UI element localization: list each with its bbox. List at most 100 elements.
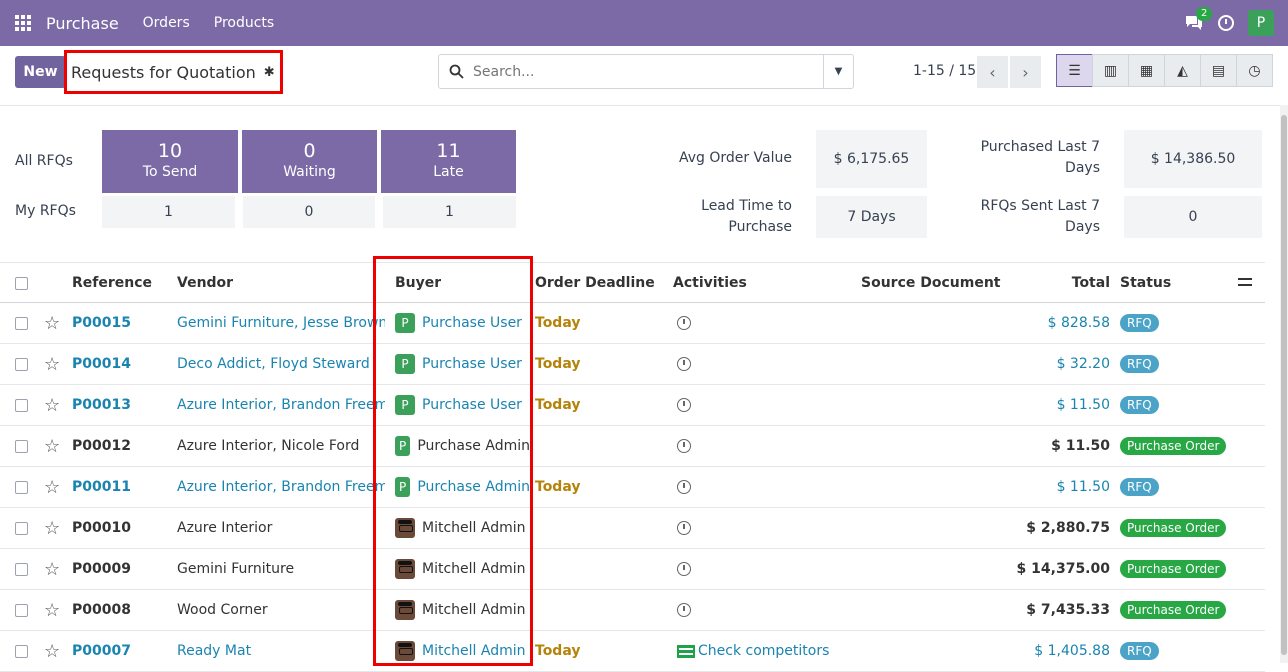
star-icon[interactable]: ☆ [44,549,60,589]
row-reference[interactable]: P00012 [72,426,131,466]
row-vendor[interactable]: Wood Corner [177,590,385,630]
row-buyer[interactable]: Mitchell Admin [395,590,530,630]
row-checkbox[interactable] [15,344,28,384]
row-reference[interactable]: P00010 [72,508,131,548]
table-row[interactable]: ☆ P00012 Azure Interior, Nicole Ford P Pu… [0,426,1265,467]
row-vendor[interactable]: Azure Interior, Brandon Freeman [177,385,385,425]
table-row[interactable]: ☆ P00010 Azure Interior Mitchell Admin $… [0,508,1265,549]
list-view-button[interactable]: ☰ [1056,54,1093,87]
star-icon[interactable]: ☆ [44,426,60,466]
tile-late[interactable]: 11 Late [381,130,516,193]
activity-clock-icon[interactable] [677,562,691,576]
chat-icon[interactable]: 2 [1184,7,1213,32]
table-row[interactable]: ☆ P00008 Wood Corner Mitchell Admin $ 7,… [0,590,1265,631]
row-reference[interactable]: P00013 [72,385,131,425]
app-menu-icon[interactable] [0,15,46,31]
pager-next-button[interactable]: › [1010,56,1041,88]
col-reference[interactable]: Reference [72,263,152,303]
star-icon[interactable]: ☆ [44,631,60,671]
activity-clock-icon[interactable] [677,316,691,330]
star-icon[interactable]: ☆ [44,385,60,425]
select-all-checkbox[interactable] [15,263,28,303]
row-checkbox[interactable] [15,508,28,548]
col-source[interactable]: Source Document [861,263,1001,303]
tile-to-send[interactable]: 10 To Send [102,130,238,193]
col-status[interactable]: Status [1120,263,1171,303]
kanban-view-button[interactable]: ▥ [1092,54,1129,87]
row-buyer[interactable]: P Purchase Admin [395,467,530,507]
row-reference[interactable]: P00011 [72,467,131,507]
row-checkbox[interactable] [15,590,28,630]
row-activities[interactable] [677,426,691,466]
table-row[interactable]: ☆ P00011 Azure Interior, Brandon Freeman… [0,467,1265,508]
row-buyer[interactable]: P Purchase User [395,385,530,425]
row-checkbox[interactable] [15,385,28,425]
row-buyer[interactable]: Mitchell Admin [395,549,530,589]
col-activities[interactable]: Activities [673,263,747,303]
row-reference[interactable]: P00009 [72,549,131,589]
pivot-view-button[interactable]: ▦ [1128,54,1165,87]
optional-columns-icon[interactable] [1238,275,1252,289]
menu-orders[interactable]: Orders [143,15,190,31]
activity-clock-icon[interactable] [677,439,691,453]
activity-clock-icon[interactable] [677,521,691,535]
row-checkbox[interactable] [15,303,28,343]
row-activities[interactable] [677,508,691,548]
row-activities[interactable]: Check competitors [677,631,829,671]
activity-label[interactable]: Check competitors [698,643,829,659]
tile-waiting[interactable]: 0 Waiting [242,130,377,193]
star-icon[interactable]: ☆ [44,303,60,343]
row-vendor[interactable]: Gemini Furniture [177,549,385,589]
row-vendor[interactable]: Ready Mat [177,631,385,671]
star-icon[interactable]: ☆ [44,467,60,507]
row-checkbox[interactable] [15,549,28,589]
star-icon[interactable]: ☆ [44,508,60,548]
row-reference[interactable]: P00015 [72,303,131,343]
table-row[interactable]: ☆ P00007 Ready Mat Mitchell Admin Today … [0,631,1265,672]
row-vendor[interactable]: Azure Interior, Nicole Ford [177,426,385,466]
pager-previous-button[interactable]: ‹ [977,56,1008,88]
search-input[interactable] [473,63,823,80]
activity-clock-icon[interactable] [677,603,691,617]
row-reference[interactable]: P00014 [72,344,131,384]
col-total[interactable]: Total [1000,263,1110,303]
new-button[interactable]: New [15,56,66,88]
app-title[interactable]: Purchase [46,14,119,33]
my-to-send[interactable]: 1 [102,196,235,228]
my-waiting[interactable]: 0 [243,196,375,228]
row-reference[interactable]: P00007 [72,631,131,671]
row-buyer[interactable]: P Purchase User [395,303,530,343]
activity-clock-icon[interactable] [677,357,691,371]
star-icon[interactable]: ☆ [44,344,60,384]
menu-products[interactable]: Products [214,15,274,31]
row-buyer[interactable]: P Purchase Admin [395,426,530,466]
row-buyer[interactable]: Mitchell Admin [395,508,530,548]
row-activities[interactable] [677,385,691,425]
activity-clock-icon[interactable] [1218,15,1234,31]
table-row[interactable]: ☆ P00014 Deco Addict, Floyd Steward P Pur… [0,344,1265,385]
row-vendor[interactable]: Deco Addict, Floyd Steward [177,344,385,384]
row-activities[interactable] [677,549,691,589]
col-buyer[interactable]: Buyer [395,263,441,303]
row-vendor[interactable]: Azure Interior [177,508,385,548]
table-row[interactable]: ☆ P00013 Azure Interior, Brandon Freeman… [0,385,1265,426]
star-icon[interactable]: ☆ [44,590,60,630]
row-reference[interactable]: P00008 [72,590,131,630]
row-activities[interactable] [677,590,691,630]
row-activities[interactable] [677,303,691,343]
row-checkbox[interactable] [15,426,28,466]
row-activities[interactable] [677,467,691,507]
calendar-view-button[interactable]: ▤ [1200,54,1237,87]
row-buyer[interactable]: Mitchell Admin [395,631,530,671]
row-buyer[interactable]: P Purchase User [395,344,530,384]
row-vendor[interactable]: Azure Interior, Brandon Freeman [177,467,385,507]
col-vendor[interactable]: Vendor [177,263,233,303]
graph-view-button[interactable]: ◭ [1164,54,1201,87]
activity-clock-icon[interactable] [677,480,691,494]
activity-view-button[interactable]: ◷ [1236,54,1273,87]
row-vendor[interactable]: Gemini Furniture, Jesse Brown [177,303,385,343]
gear-icon[interactable]: ✱ [264,65,275,80]
row-checkbox[interactable] [15,631,28,671]
row-activities[interactable] [677,344,691,384]
pager-value[interactable]: 1-15 / 15 [913,63,976,79]
